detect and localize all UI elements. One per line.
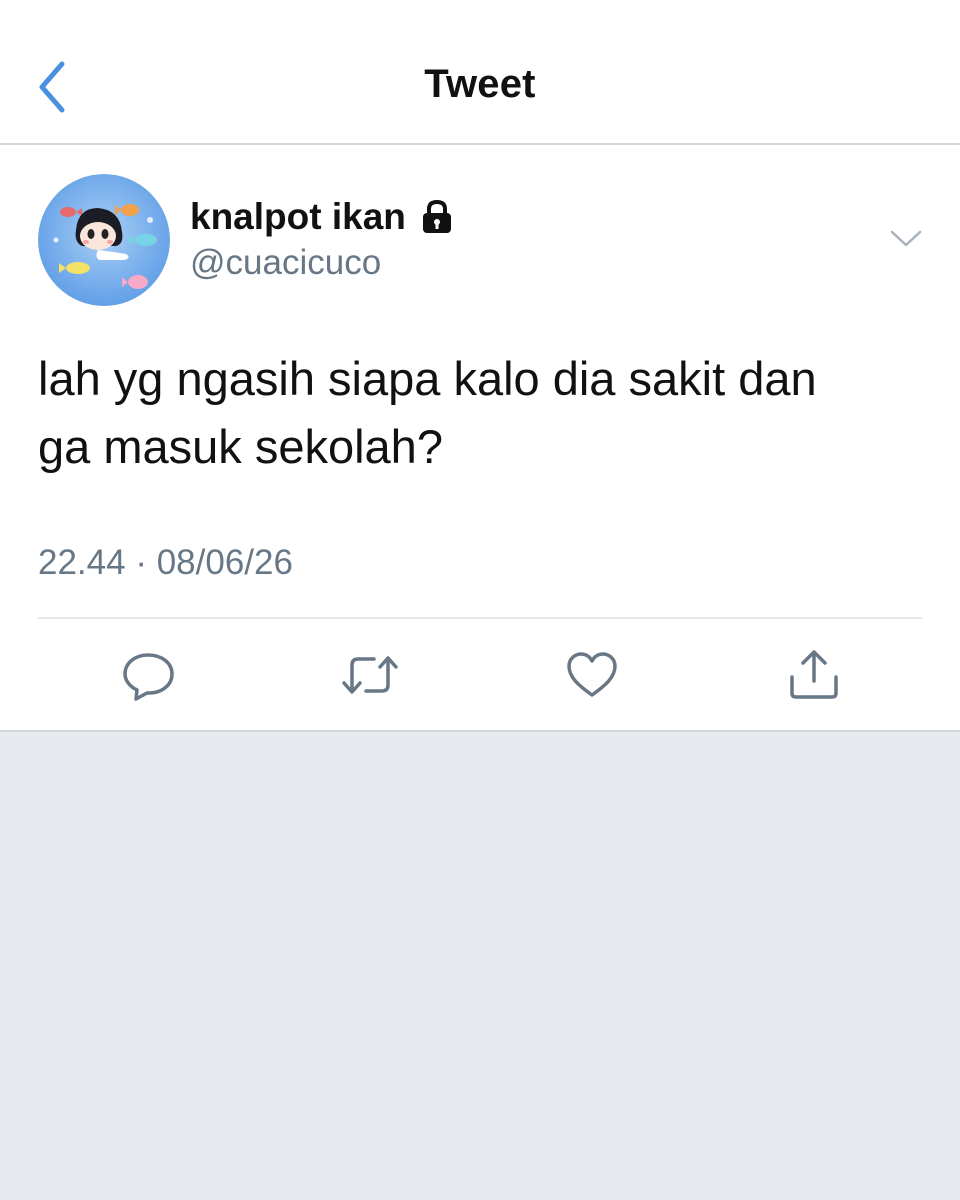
- tweet-detail-screen: Tweet knalpot ikan @cuacicuco lah yg nga…: [0, 0, 960, 1200]
- chevron-down-icon: [890, 230, 922, 247]
- tweet-card: knalpot ikan @cuacicuco lah yg ngasih si…: [0, 145, 960, 732]
- tweet-timestamp: 22.44 · 08/06/26: [38, 543, 293, 583]
- tweet-options-button[interactable]: [886, 223, 926, 253]
- share-icon: [790, 650, 838, 699]
- avatar-illustration: [38, 174, 170, 306]
- like-button[interactable]: [564, 647, 620, 703]
- navigation-bar: Tweet: [0, 0, 960, 145]
- tweet-time: 22.44: [38, 543, 126, 582]
- meta-separator: ·: [135, 543, 147, 582]
- avatar[interactable]: [38, 174, 170, 306]
- tweet-text: lah yg ngasih siapa kalo dia sakit dan g…: [38, 345, 918, 481]
- retweet-button[interactable]: [340, 647, 398, 703]
- retweet-icon: [342, 656, 398, 694]
- author-name-row[interactable]: knalpot ikan: [190, 193, 454, 241]
- share-button[interactable]: [786, 647, 842, 703]
- empty-background-area: [0, 732, 960, 1200]
- display-name: knalpot ikan: [190, 196, 406, 237]
- like-icon: [567, 652, 617, 697]
- tweet-text-line: ga masuk sekolah?: [38, 420, 443, 473]
- tweet-date: 08/06/26: [156, 543, 293, 582]
- divider: [38, 617, 922, 619]
- author-handle[interactable]: @cuacicuco: [190, 243, 381, 283]
- tweet-text-line: lah yg ngasih siapa kalo dia sakit dan: [38, 352, 817, 405]
- page-title: Tweet: [424, 62, 536, 106]
- lock-icon: [420, 199, 454, 235]
- reply-button[interactable]: [120, 647, 176, 703]
- reply-icon: [123, 653, 174, 701]
